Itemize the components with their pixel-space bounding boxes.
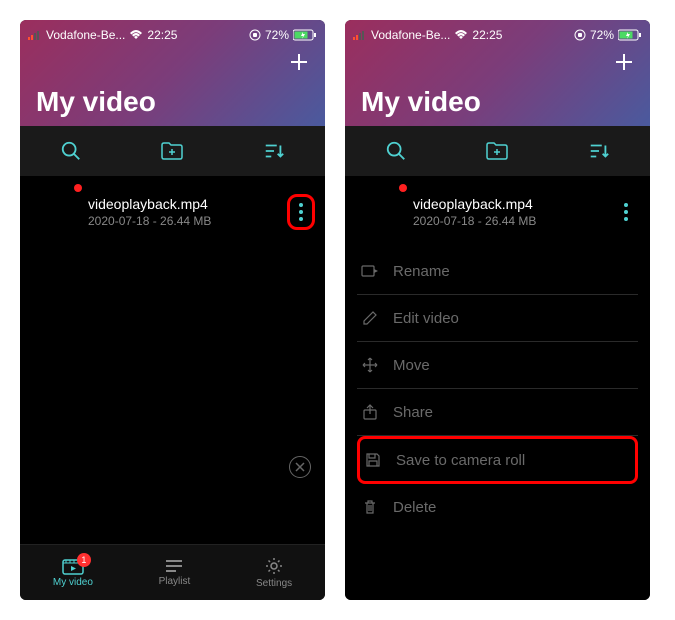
status-bar: Vodafone-Be... 22:25 72% [20,24,325,46]
pencil-icon [361,309,379,327]
move-icon [361,356,379,374]
carrier-label: Vodafone-Be... [46,28,125,42]
tab-label: My video [53,577,93,588]
save-icon [364,451,382,469]
menu-delete[interactable]: Delete [357,484,638,530]
menu-rename[interactable]: Rename [357,248,638,295]
tab-playlist[interactable]: Playlist [159,558,191,587]
menu-label: Rename [393,263,450,280]
trash-icon [361,498,379,516]
wifi-icon [129,30,143,40]
tab-badge: 1 [77,553,91,567]
menu-label: Save to camera roll [396,452,525,469]
battery-label: 72% [265,28,289,42]
time-label: 22:25 [472,28,502,42]
more-options-button[interactable] [612,194,640,230]
rotation-lock-icon [249,29,261,41]
wifi-icon [454,30,468,40]
tab-my-video[interactable]: 1 My video [53,557,93,588]
menu-share[interactable]: Share [357,389,638,436]
file-meta-label: 2020-07-18 - 26.44 MB [413,214,602,228]
menu-move[interactable]: Move [357,342,638,389]
new-folder-icon[interactable] [485,139,509,163]
content-area: videoplayback.mp4 2020-07-18 - 26.44 MB [20,176,325,544]
toolbar [345,126,650,176]
rotation-lock-icon [574,29,586,41]
new-folder-icon[interactable] [160,139,184,163]
page-title: My video [36,86,309,118]
time-label: 22:25 [147,28,177,42]
video-thumbnail [30,188,78,236]
tab-label: Playlist [159,576,191,587]
add-button[interactable] [287,50,311,74]
menu-save-camera-roll[interactable]: Save to camera roll [357,436,638,484]
new-indicator-dot [399,184,407,192]
playlist-icon [164,558,184,574]
add-button[interactable] [612,50,636,74]
battery-label: 72% [590,28,614,42]
file-row[interactable]: videoplayback.mp4 2020-07-18 - 26.44 MB [20,176,325,248]
menu-edit-video[interactable]: Edit video [357,295,638,342]
sort-icon[interactable] [587,139,611,163]
search-icon[interactable] [59,139,83,163]
video-thumbnail [355,188,403,236]
phone-screen-right: Vodafone-Be... 22:25 72% My video [345,20,650,600]
new-indicator-dot [74,184,82,192]
battery-icon [618,29,642,41]
content-area: videoplayback.mp4 2020-07-18 - 26.44 MB … [345,176,650,600]
signal-icon [353,30,367,40]
file-row[interactable]: videoplayback.mp4 2020-07-18 - 26.44 MB [345,176,650,248]
tab-settings[interactable]: Settings [256,556,292,589]
menu-label: Edit video [393,310,459,327]
menu-label: Share [393,404,433,421]
rename-icon [361,262,379,280]
page-title: My video [361,86,634,118]
signal-icon [28,30,42,40]
sort-icon[interactable] [262,139,286,163]
phone-screen-left: Vodafone-Be... 22:25 72% My video [20,20,325,600]
file-name-label: videoplayback.mp4 [88,196,277,212]
menu-label: Move [393,357,430,374]
menu-label: Delete [393,499,436,516]
file-name-label: videoplayback.mp4 [413,196,602,212]
battery-icon [293,29,317,41]
status-bar: Vodafone-Be... 22:25 72% [345,24,650,46]
carrier-label: Vodafone-Be... [371,28,450,42]
context-menu: Rename Edit video Move Share [345,248,650,530]
tab-bar: 1 My video Playlist Settings [20,544,325,600]
toolbar [20,126,325,176]
file-meta-label: 2020-07-18 - 26.44 MB [88,214,277,228]
share-icon [361,403,379,421]
close-button[interactable] [289,456,311,478]
more-options-button[interactable] [287,194,315,230]
search-icon[interactable] [384,139,408,163]
gear-icon [264,556,284,576]
tab-label: Settings [256,578,292,589]
